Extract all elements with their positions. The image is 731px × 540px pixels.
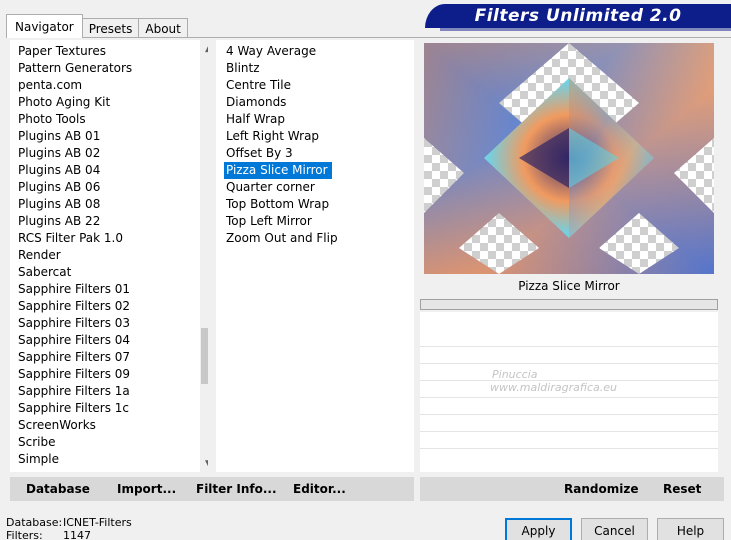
filters-count: 1147 — [63, 529, 91, 540]
category-item[interactable]: Plugins AB 04 — [18, 162, 198, 179]
preview-image — [424, 43, 714, 274]
category-item[interactable]: Sapphire Filters 1c — [18, 400, 198, 417]
filter-item[interactable]: Blintz — [224, 60, 410, 77]
category-item[interactable]: Photo Tools — [18, 111, 198, 128]
category-item[interactable]: Sapphire Filters 04 — [18, 332, 198, 349]
category-item[interactable]: Photo Aging Kit — [18, 94, 198, 111]
filters-label: Filters: — [6, 529, 43, 540]
filter-info-button[interactable]: Filter Info... — [196, 477, 277, 501]
divider — [420, 363, 718, 364]
filter-item[interactable]: Top Left Mirror — [224, 213, 410, 230]
category-item[interactable]: Sapphire Filters 03 — [18, 315, 198, 332]
filter-item[interactable]: Zoom Out and Flip — [224, 230, 410, 247]
filter-item[interactable]: Centre Tile — [224, 77, 410, 94]
watermark-line2: www.maldiragrafica.eu — [490, 381, 617, 394]
category-item[interactable]: ScreenWorks — [18, 417, 198, 434]
progress-bar — [420, 299, 718, 310]
category-item[interactable]: penta.com — [18, 77, 198, 94]
watermark-line1: Pinuccia — [492, 368, 538, 381]
help-button[interactable]: Help — [657, 518, 724, 540]
category-item[interactable]: Sapphire Filters 1a — [18, 383, 198, 400]
database-label: Database: — [6, 516, 63, 529]
divider — [420, 397, 718, 398]
category-item[interactable]: Plugins AB 06 — [18, 179, 198, 196]
tab-presets[interactable]: Presets — [81, 18, 140, 38]
category-item[interactable]: RCS Filter Pak 1.0 — [18, 230, 198, 247]
apply-button[interactable]: Apply — [505, 518, 572, 540]
chevron-down-icon[interactable]: ▼ — [200, 455, 208, 472]
category-item[interactable]: Plugins AB 01 — [18, 128, 198, 145]
category-list[interactable]: Paper Textures Pattern Generators penta.co… — [18, 43, 198, 468]
database-value: ICNET-Filters — [63, 516, 132, 529]
filter-item[interactable]: Diamonds — [224, 94, 410, 111]
filter-item[interactable]: 4 Way Average — [224, 43, 410, 60]
filter-item[interactable]: Offset By 3 — [224, 145, 410, 162]
category-item[interactable]: Sapphire Filters 02 — [18, 298, 198, 315]
database-button[interactable]: Database — [26, 477, 90, 501]
divider — [420, 448, 718, 449]
category-item[interactable]: Plugins AB 02 — [18, 145, 198, 162]
app-title-banner: Filters Unlimited 2.0 — [425, 4, 731, 28]
category-item[interactable]: Paper Textures — [18, 43, 198, 60]
category-item[interactable]: Plugins AB 22 — [18, 213, 198, 230]
filter-item[interactable]: Quarter corner — [224, 179, 410, 196]
cancel-button[interactable]: Cancel — [581, 518, 648, 540]
filter-list-panel[interactable]: 4 Way Average Blintz Centre Tile Diamonds Ha… — [216, 40, 414, 472]
divider — [420, 414, 718, 415]
category-item[interactable]: Render — [18, 247, 198, 264]
category-item[interactable]: Scribe — [18, 434, 198, 451]
category-list-panel[interactable]: Paper Textures Pattern Generators penta.co… — [10, 40, 208, 472]
category-item[interactable]: Sapphire Filters 01 — [18, 281, 198, 298]
right-command-bar: Randomize Reset — [420, 477, 724, 501]
randomize-button[interactable]: Randomize — [564, 477, 638, 501]
category-item[interactable]: Sapphire Filters 07 — [18, 349, 198, 366]
editor-button[interactable]: Editor... — [293, 477, 346, 501]
tab-about[interactable]: About — [138, 18, 188, 38]
category-item[interactable]: Sabercat — [18, 264, 198, 281]
banner-underline — [440, 28, 731, 31]
import-button[interactable]: Import... — [117, 477, 176, 501]
category-scrollbar[interactable]: ▲ ▼ — [200, 40, 208, 472]
app-title: Filters Unlimited 2.0 — [474, 6, 682, 26]
chevron-up-icon[interactable]: ▲ — [200, 40, 208, 57]
category-item[interactable]: Plugins AB 08 — [18, 196, 198, 213]
status-info: Database: ICNET-Filters Filters: 1147 — [6, 516, 132, 540]
filter-list[interactable]: 4 Way Average Blintz Centre Tile Diamonds Ha… — [224, 43, 410, 247]
tab-strip: Navigator Presets About — [6, 14, 188, 38]
filter-item[interactable]: Top Bottom Wrap — [224, 196, 410, 213]
category-item[interactable]: Pattern Generators — [18, 60, 198, 77]
filter-item[interactable]: Left Right Wrap — [224, 128, 410, 145]
category-item[interactable]: Sapphire Filters 09 — [18, 366, 198, 383]
filter-item-selected[interactable]: Pizza Slice Mirror — [224, 162, 332, 179]
category-item[interactable]: Simple — [18, 451, 198, 468]
divider — [420, 346, 718, 347]
tab-divider — [6, 37, 731, 38]
divider — [420, 431, 718, 432]
filter-item[interactable]: Half Wrap — [224, 111, 410, 128]
left-command-bar: Database Import... Filter Info... Editor… — [10, 477, 414, 501]
reset-button[interactable]: Reset — [663, 477, 701, 501]
watermark: Pinuccia www.maldiragrafica.eu — [462, 368, 617, 394]
preview-art — [424, 43, 714, 274]
tab-navigator[interactable]: Navigator — [6, 14, 83, 38]
scroll-thumb[interactable] — [201, 328, 208, 384]
preview-filter-name: Pizza Slice Mirror — [518, 279, 620, 293]
